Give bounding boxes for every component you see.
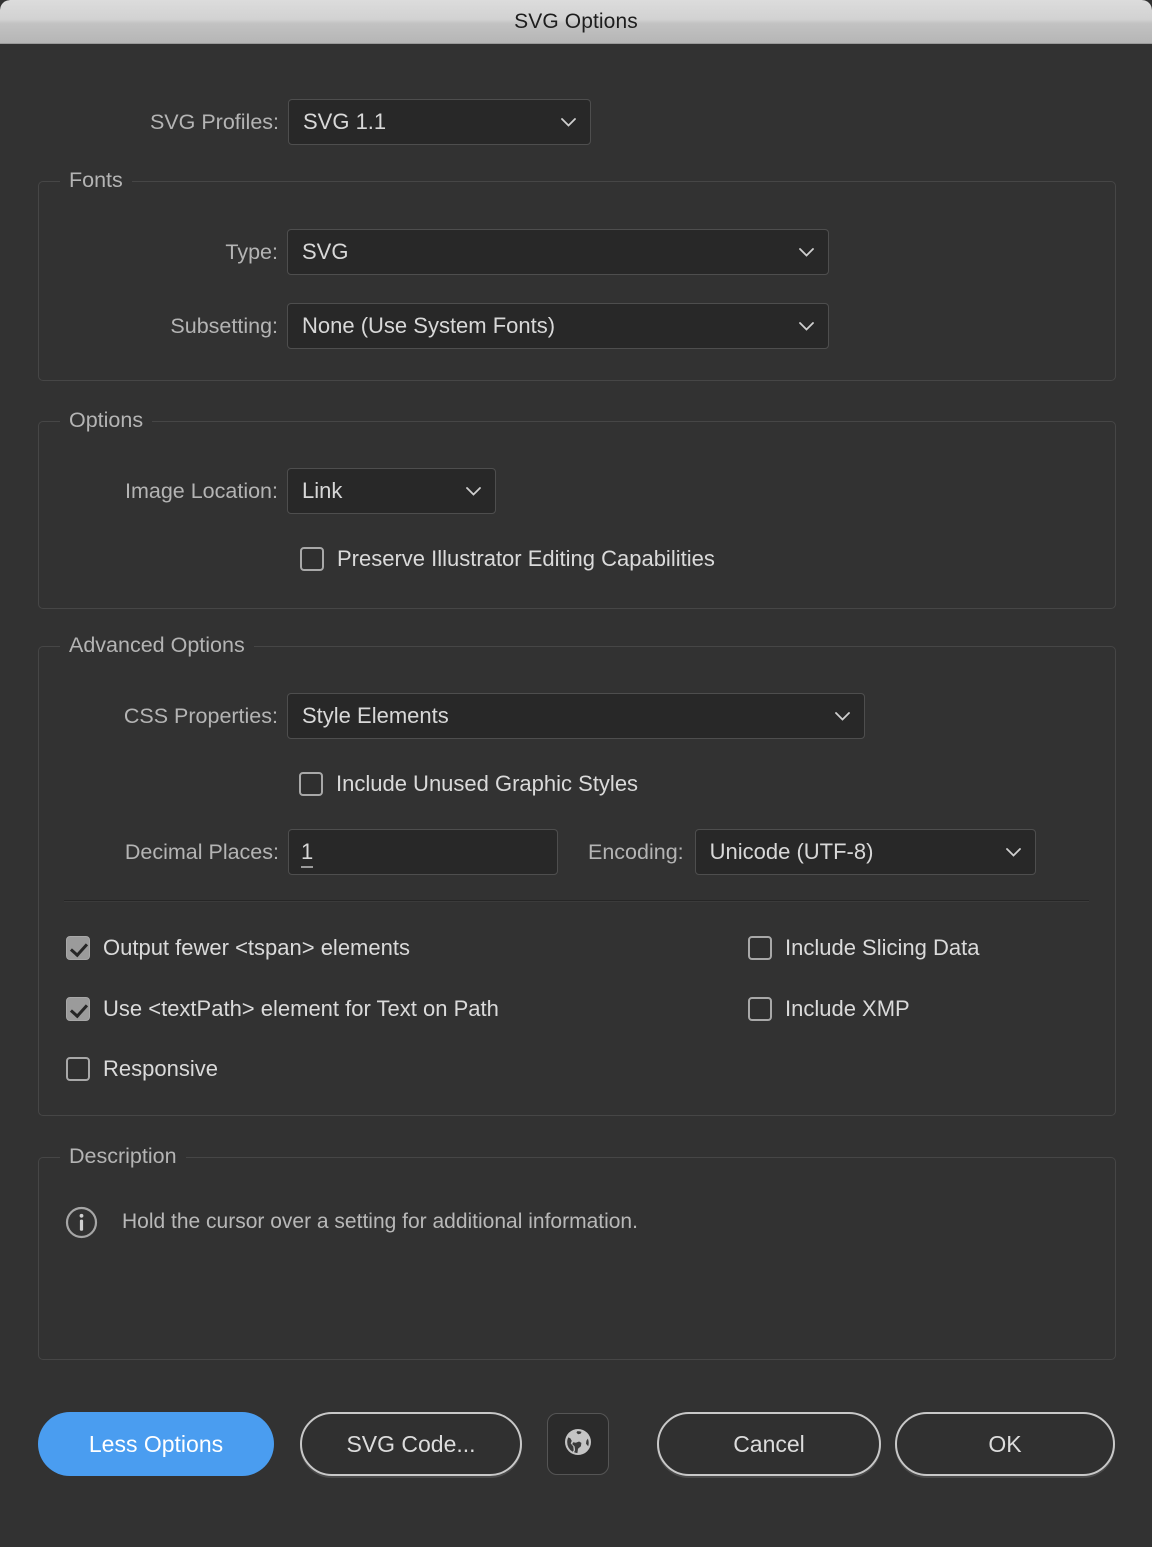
responsive-row[interactable]: Responsive [66,1056,218,1082]
info-icon [65,1206,98,1239]
font-type-label: Type: [39,240,287,265]
use-textpath-checkbox[interactable] [66,997,90,1021]
window-titlebar: SVG Options [0,0,1152,44]
svg-profiles-row: SVG Profiles: SVG 1.1 [0,99,1152,145]
css-properties-value: Style Elements [302,705,449,727]
decimal-places-value: 1 [301,839,313,865]
include-unused-graphic-styles-checkbox[interactable] [299,772,323,796]
output-fewer-tspan-checkbox[interactable] [66,936,90,960]
font-type-row: Type: SVG [39,229,1115,275]
encoding-label: Encoding: [588,840,684,865]
chevron-down-icon [1006,848,1021,857]
description-group: Description [38,1157,1116,1360]
advanced-divider [64,900,1089,902]
output-fewer-tspan-row[interactable]: Output fewer <tspan> elements [66,935,410,961]
css-properties-row: CSS Properties: Style Elements [39,693,1115,739]
ok-button[interactable]: OK [895,1412,1115,1476]
window-title: SVG Options [514,10,638,34]
chevron-down-icon [799,248,814,257]
font-subsetting-value: None (Use System Fonts) [302,315,555,337]
encoding-value: Unicode (UTF-8) [710,841,874,863]
use-textpath-label: Use <textPath> element for Text on Path [103,996,499,1022]
include-slicing-data-row[interactable]: Include Slicing Data [748,935,979,961]
description-group-title: Description [60,1144,186,1169]
image-location-select[interactable]: Link [287,468,496,514]
options-group-title: Options [60,408,152,433]
decimal-encoding-row: Decimal Places: 1 Encoding: Unicode (UTF… [39,829,1115,875]
include-xmp-row[interactable]: Include XMP [748,996,910,1022]
svg-options-dialog: SVG Options SVG Profiles: SVG 1.1 Fonts … [0,0,1152,1547]
include-slicing-data-checkbox[interactable] [748,936,772,960]
svg-code-button[interactable]: SVG Code... [300,1412,522,1476]
svg-code-label: SVG Code... [346,1431,475,1458]
fonts-group: Fonts Type: SVG Subsetting: None (Use Sy… [38,181,1116,381]
advanced-options-group-title: Advanced Options [60,633,254,658]
font-subsetting-label: Subsetting: [39,314,287,339]
decimal-places-input[interactable]: 1 [288,829,558,875]
image-location-row: Image Location: Link [39,468,1115,514]
preserve-editing-checkbox-row[interactable]: Preserve Illustrator Editing Capabilitie… [300,546,715,572]
svg-profiles-label: SVG Profiles: [0,110,288,135]
chevron-down-icon [799,322,814,331]
responsive-label: Responsive [103,1056,218,1082]
preserve-editing-checkbox[interactable] [300,547,324,571]
include-unused-graphic-styles-label: Include Unused Graphic Styles [336,771,638,797]
chevron-down-icon [466,487,481,496]
css-properties-select[interactable]: Style Elements [287,693,865,739]
encoding-select[interactable]: Unicode (UTF-8) [695,829,1036,875]
cancel-label: Cancel [733,1431,805,1458]
svg-profiles-select[interactable]: SVG 1.1 [288,99,591,145]
advanced-options-group: Advanced Options CSS Properties: Style E… [38,646,1116,1116]
chevron-down-icon [835,712,850,721]
fonts-group-title: Fonts [60,168,132,193]
less-options-label: Less Options [89,1431,223,1458]
decimal-places-label: Decimal Places: [39,840,288,865]
ok-label: OK [988,1431,1021,1458]
globe-icon [561,1425,595,1464]
responsive-checkbox[interactable] [66,1057,90,1081]
output-fewer-tspan-label: Output fewer <tspan> elements [103,935,410,961]
font-subsetting-select[interactable]: None (Use System Fonts) [287,303,829,349]
include-xmp-label: Include XMP [785,996,910,1022]
css-properties-label: CSS Properties: [39,704,287,729]
image-location-label: Image Location: [39,479,287,504]
preview-in-browser-button[interactable] [547,1413,609,1475]
description-text: Hold the cursor over a setting for addit… [122,1210,638,1234]
chevron-down-icon [561,118,576,127]
image-location-value: Link [302,480,342,502]
include-xmp-checkbox[interactable] [748,997,772,1021]
font-type-select[interactable]: SVG [287,229,829,275]
cancel-button[interactable]: Cancel [657,1412,881,1476]
svg-profiles-value: SVG 1.1 [303,111,386,133]
font-subsetting-row: Subsetting: None (Use System Fonts) [39,303,1115,349]
use-textpath-row[interactable]: Use <textPath> element for Text on Path [66,996,499,1022]
options-group: Options Image Location: Link Preserve Il… [38,421,1116,609]
preserve-editing-label: Preserve Illustrator Editing Capabilitie… [337,546,715,572]
include-unused-graphic-styles-row[interactable]: Include Unused Graphic Styles [299,771,638,797]
font-type-value: SVG [302,241,348,263]
less-options-button[interactable]: Less Options [38,1412,274,1476]
include-slicing-data-label: Include Slicing Data [785,935,979,961]
